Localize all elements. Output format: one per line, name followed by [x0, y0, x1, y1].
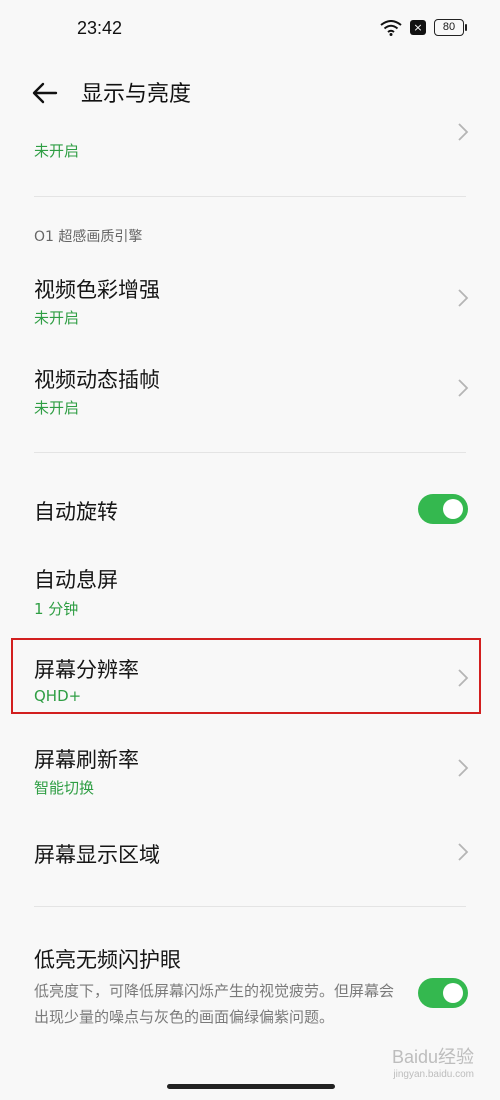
row-label: 自动旋转: [34, 500, 118, 524]
watermark-text: Baidu经验: [391, 1047, 474, 1067]
chevron-right-icon: [458, 843, 469, 861]
chevron-right-icon: [458, 289, 469, 307]
status-bar: 23:42 × 80: [0, 0, 500, 60]
chevron-right-icon: [458, 759, 469, 777]
screen-display-area-row[interactable]: 屏幕显示区域: [0, 826, 500, 882]
row-label: 屏幕刷新率: [34, 748, 139, 772]
row-status: 1 分钟: [34, 600, 79, 618]
watermark: Baidu经验 jingyan.baidu.com: [392, 1043, 474, 1080]
video-frame-interpolation-row[interactable]: 视频动态插帧 未开启: [0, 356, 500, 426]
battery-icon: 80: [434, 19, 467, 36]
video-color-enhance-row[interactable]: 视频色彩增强 未开启: [0, 266, 500, 336]
back-arrow-icon[interactable]: [30, 78, 60, 108]
status-icons: × 80: [380, 19, 467, 36]
chevron-right-icon: [458, 123, 469, 141]
chevron-right-icon: [458, 379, 469, 397]
auto-rotate-row: 自动旋转: [0, 482, 500, 538]
partial-row-status: 未开启: [34, 142, 80, 160]
row-label: 视频色彩增强: [34, 278, 160, 302]
watermark-sub: jingyan.baidu.com: [393, 1069, 474, 1080]
highlight-frame: [11, 638, 481, 714]
row-label: 自动息屏: [34, 568, 118, 592]
low-brightness-description: 低亮度下，可降低屏幕闪烁产生的视觉疲劳。但屏幕会出现少量的噪点与灰色的画面偏绿偏…: [34, 982, 395, 1026]
status-time: 23:42: [77, 18, 123, 38]
auto-screen-off-row[interactable]: 自动息屏 1 分钟: [0, 556, 500, 626]
divider: [34, 452, 466, 453]
row-label: 视频动态插帧: [34, 368, 160, 392]
row-status: 未开启: [34, 399, 80, 417]
wifi-icon: [380, 19, 402, 36]
page-title: 显示与亮度: [81, 82, 192, 107]
auto-rotate-toggle[interactable]: [418, 494, 468, 524]
home-indicator[interactable]: [167, 1084, 335, 1089]
row-label: 低亮无频闪护眼: [34, 948, 181, 972]
low-brightness-toggle[interactable]: [418, 978, 468, 1008]
row-label: 屏幕显示区域: [34, 843, 160, 867]
notification-x-icon: ×: [410, 20, 426, 35]
screen-refresh-rate-row[interactable]: 屏幕刷新率 智能切换: [0, 736, 500, 806]
row-status: 智能切换: [34, 779, 95, 797]
divider: [34, 196, 466, 197]
partial-settings-row[interactable]: 未开启: [0, 118, 500, 178]
section-title-o1: O1 超感画质引擎: [34, 229, 143, 245]
header: 显示与亮度: [0, 70, 500, 118]
divider: [34, 906, 466, 907]
row-status: 未开启: [34, 309, 80, 327]
